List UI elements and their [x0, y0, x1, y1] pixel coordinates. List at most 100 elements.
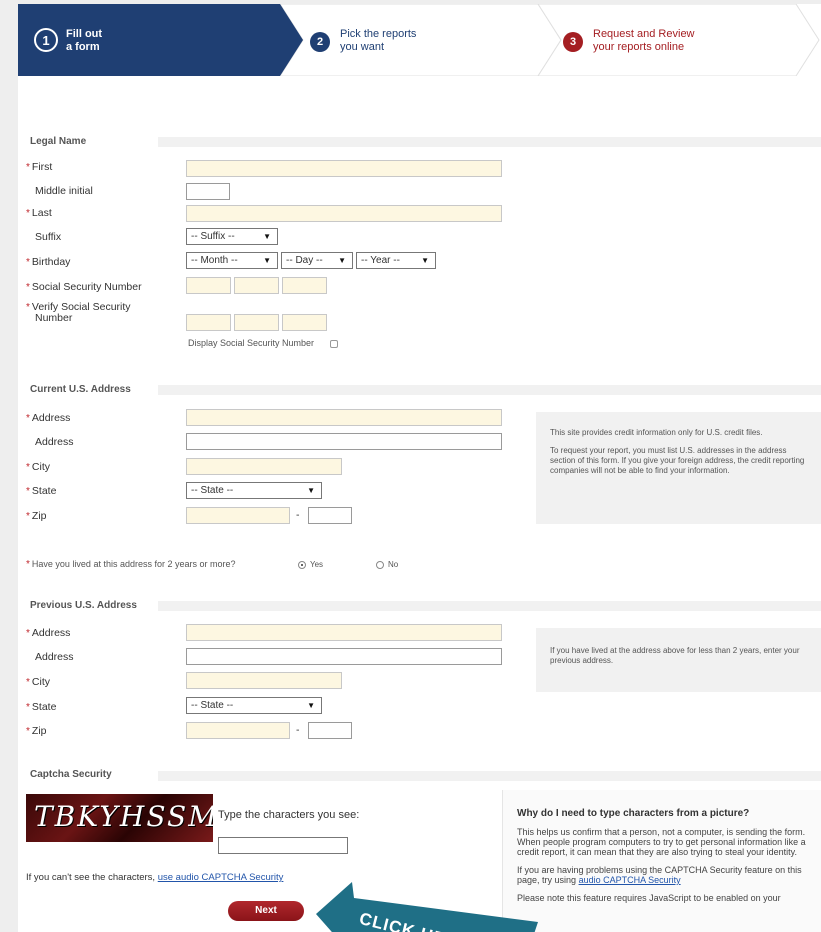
verify-ssn-label: * Verify Social Security Number	[26, 301, 131, 324]
previous-address-input[interactable]	[186, 624, 502, 641]
previous-address-label: * Address	[26, 627, 71, 639]
chevron-down-icon: ▼	[307, 486, 315, 495]
captcha-image: TBKYHSSM	[26, 794, 213, 842]
previous-zip-input[interactable]	[186, 722, 290, 739]
steps-background	[18, 4, 820, 76]
last-name-input[interactable]	[186, 205, 502, 222]
click-here-callout: CLICK HERE	[308, 876, 548, 932]
captcha-prompt: Type the characters you see:	[218, 809, 360, 821]
middle-initial-input[interactable]	[186, 183, 230, 200]
lived-question-label: * Have you lived at this address for 2 ye…	[26, 559, 236, 570]
captcha-why-1: This helps us confirm that a person, not…	[517, 827, 806, 857]
captcha-input[interactable]	[218, 837, 348, 854]
ssn-label: * Social Security Number	[26, 281, 142, 293]
previous-city-label: * City	[26, 676, 50, 688]
lived-no-option[interactable]: No	[376, 560, 398, 569]
radio-icon	[376, 560, 384, 569]
previous-address-info: If you have lived at the address above f…	[550, 646, 800, 665]
current-zip-ext-input[interactable]	[308, 507, 352, 524]
previous-zip-ext-input[interactable]	[308, 722, 352, 739]
suffix-select[interactable]: -- Suffix -- ▼	[186, 228, 278, 245]
next-button[interactable]: Next	[228, 901, 304, 921]
step-1-label: Fill out a form	[66, 28, 102, 54]
verify-ssn-part-1-input[interactable]	[186, 314, 231, 331]
previous-zip-label: * Zip	[26, 725, 47, 737]
birth-year-select[interactable]: -- Year -- ▼	[356, 252, 436, 269]
first-name-input[interactable]	[186, 160, 502, 177]
captcha-why-box: Why do I need to type characters from a …	[502, 790, 821, 932]
legal-name-bar	[158, 137, 821, 147]
current-address-input[interactable]	[186, 409, 502, 426]
captcha-image-text: TBKYHSSM	[34, 800, 213, 833]
step-3-line1: Request and Review	[593, 28, 695, 40]
us-credit-info-box: This site provides credit information on…	[536, 412, 821, 524]
previous-city-input[interactable]	[186, 672, 342, 689]
current-zip-input[interactable]	[186, 507, 290, 524]
legal-name-title: Legal Name	[30, 136, 87, 147]
previous-address-title: Previous U.S. Address	[30, 600, 137, 611]
last-name-label: * Last	[26, 207, 52, 219]
current-city-label: * City	[26, 461, 50, 473]
display-ssn-checkbox[interactable]	[330, 340, 338, 348]
birth-day-select[interactable]: -- Day -- ▼	[281, 252, 353, 269]
previous-address2-input[interactable]	[186, 648, 502, 665]
captcha-cant-see-text: If you can't see the characters, use aud…	[26, 872, 284, 883]
chevron-down-icon: ▼	[263, 232, 271, 241]
step-2-line1: Pick the reports	[340, 28, 417, 40]
next-button-label: Next	[255, 905, 277, 916]
step-2-label: Pick the reports you want	[340, 28, 416, 54]
step-2-line2: you want	[340, 41, 385, 53]
zip-dash: -	[296, 509, 300, 521]
first-name-label: * First	[26, 161, 53, 173]
current-address-title: Current U.S. Address	[30, 384, 131, 395]
step-2-number: 2	[310, 32, 330, 52]
captcha-title: Captcha Security	[30, 769, 112, 780]
previous-address2-label: Address	[35, 651, 74, 663]
birthday-label: * Birthday	[26, 256, 71, 268]
previous-state-select[interactable]: -- State -- ▼	[186, 697, 322, 714]
callout-arrow-icon	[316, 882, 538, 932]
current-state-select[interactable]: -- State -- ▼	[186, 482, 322, 499]
captcha-why-3: Please note this feature requires JavaSc…	[517, 893, 781, 903]
current-zip-label: * Zip	[26, 510, 47, 522]
us-credit-info-2: To request your report, you must list U.…	[550, 446, 805, 475]
birth-month-select[interactable]: -- Month -- ▼	[186, 252, 278, 269]
previous-address-info-box: If you have lived at the address above f…	[536, 628, 821, 692]
audio-captcha-link-2[interactable]: audio CAPTCHA Security	[579, 875, 681, 885]
step-1-line1: Fill out	[66, 28, 103, 40]
current-address-label: * Address	[26, 412, 71, 424]
chevron-down-icon: ▼	[263, 256, 271, 265]
step-1-number: 1	[34, 28, 58, 52]
step-3-line2: your reports online	[593, 41, 685, 53]
audio-captcha-link[interactable]: use audio CAPTCHA Security	[158, 872, 284, 883]
chevron-down-icon: ▼	[338, 256, 346, 265]
verify-ssn-part-3-input[interactable]	[282, 314, 327, 331]
verify-ssn-part-2-input[interactable]	[234, 314, 279, 331]
ssn-part-3-input[interactable]	[282, 277, 327, 294]
step-3-number: 3	[563, 32, 583, 52]
current-address-bar	[158, 385, 821, 395]
chevron-down-icon: ▼	[421, 256, 429, 265]
step-1-line2: a form	[66, 41, 100, 53]
chevron-down-icon: ▼	[307, 701, 315, 710]
current-city-input[interactable]	[186, 458, 342, 475]
display-ssn-label: Display Social Security Number	[188, 338, 315, 348]
zip-dash: -	[296, 724, 300, 736]
suffix-label: Suffix	[35, 231, 62, 243]
captcha-why-title: Why do I need to type characters from a …	[517, 808, 750, 819]
middle-initial-label: Middle initial	[35, 185, 93, 197]
previous-state-label: * State	[26, 701, 57, 713]
progress-steps: 1 Fill out a form 2 Pick the reports you…	[18, 4, 821, 76]
captcha-bar	[158, 771, 821, 781]
ssn-part-2-input[interactable]	[234, 277, 279, 294]
previous-address-bar	[158, 601, 821, 611]
page: 1 Fill out a form 2 Pick the reports you…	[18, 4, 821, 932]
captcha-why-2: If you are having problems using the CAP…	[517, 865, 802, 885]
lived-yes-option[interactable]: Yes	[298, 560, 323, 569]
current-state-label: * State	[26, 485, 57, 497]
radio-selected-icon	[298, 560, 306, 569]
current-address2-label: Address	[35, 436, 74, 448]
step-3-label: Request and Review your reports online	[593, 28, 695, 54]
ssn-part-1-input[interactable]	[186, 277, 231, 294]
current-address2-input[interactable]	[186, 433, 502, 450]
